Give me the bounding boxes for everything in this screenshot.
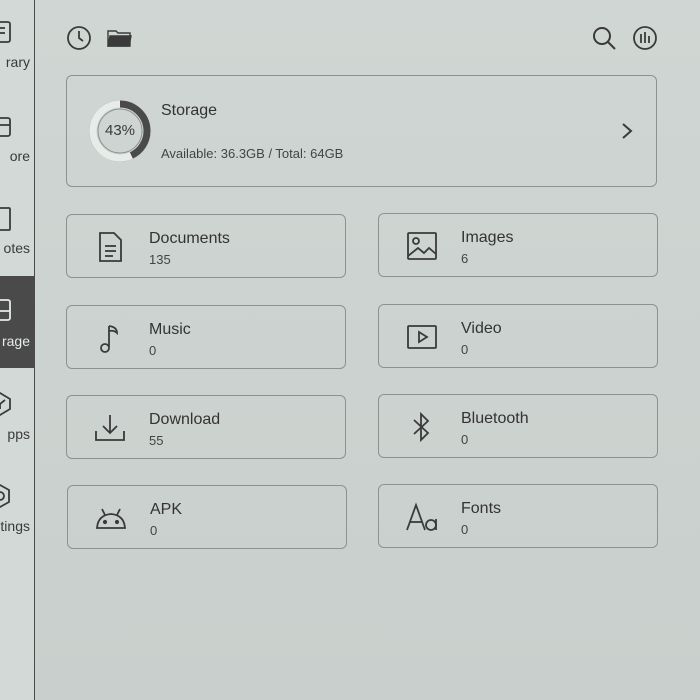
category-card-bluetooth[interactable]: Bluetooth 0 bbox=[378, 394, 658, 458]
category-count: 0 bbox=[150, 523, 158, 538]
sidebar-item-label: rary bbox=[5, 54, 30, 70]
category-card-apk[interactable]: APK 0 bbox=[67, 485, 347, 549]
category-card-documents[interactable]: Documents 135 bbox=[66, 214, 346, 278]
category-count: 0 bbox=[461, 342, 469, 357]
sidebar-item-library[interactable]: rary bbox=[0, 0, 34, 92]
library-icon bbox=[0, 21, 11, 43]
category-card-video[interactable]: Video 0 bbox=[378, 304, 658, 368]
sidebar-item-notes[interactable]: otes bbox=[0, 184, 34, 276]
storage-icon bbox=[0, 299, 11, 321]
storage-analysis-icon[interactable] bbox=[631, 24, 659, 52]
sidebar-item-label: ore bbox=[9, 148, 30, 164]
download-icon bbox=[95, 415, 125, 441]
storage-detail: Available: 36.3GB / Total: 64GB bbox=[161, 146, 344, 161]
storage-title: Storage bbox=[161, 102, 218, 119]
sidebar-item-label: pps bbox=[7, 426, 30, 442]
category-title: Bluetooth bbox=[461, 410, 529, 427]
sidebar-item-label: rage bbox=[1, 333, 30, 349]
category-card-music[interactable]: Music 0 bbox=[66, 305, 346, 369]
storage-percent: 43% bbox=[104, 122, 136, 139]
notes-icon bbox=[0, 207, 11, 231]
category-card-images[interactable]: Images 6 bbox=[378, 213, 658, 277]
category-count: 6 bbox=[461, 251, 469, 266]
category-count: 135 bbox=[149, 252, 171, 267]
category-title: Fonts bbox=[461, 500, 502, 517]
sidebar-item-label: otes bbox=[3, 240, 30, 256]
category-title: Images bbox=[461, 229, 514, 246]
category-title: Documents bbox=[149, 230, 230, 247]
folder-icon[interactable] bbox=[105, 24, 133, 52]
sidebar-item-settings[interactable]: tings bbox=[0, 460, 34, 552]
category-card-fonts[interactable]: Fonts 0 bbox=[378, 484, 658, 548]
file-manager-screen: rary ore otes rage pps tings 43% Storage… bbox=[0, 0, 700, 700]
sidebar-item-storage[interactable]: rage bbox=[0, 276, 34, 368]
video-play-icon bbox=[407, 325, 437, 349]
storage-summary-card[interactable]: 43% Storage Available: 36.3GB / Total: 6… bbox=[66, 75, 657, 187]
chevron-right-icon bbox=[622, 123, 633, 139]
store-icon bbox=[0, 117, 11, 137]
category-count: 0 bbox=[149, 343, 157, 358]
category-title: Music bbox=[149, 321, 191, 338]
category-title: APK bbox=[150, 501, 183, 518]
android-icon bbox=[96, 508, 126, 529]
category-title: Download bbox=[149, 411, 221, 428]
fonts-icon bbox=[406, 502, 437, 531]
sidebar-item-store[interactable]: ore bbox=[0, 92, 34, 184]
category-count: 55 bbox=[149, 433, 164, 448]
apps-icon bbox=[0, 391, 11, 417]
document-icon bbox=[99, 232, 122, 262]
sidebar: rary ore otes rage pps tings bbox=[0, 0, 35, 700]
category-count: 0 bbox=[461, 522, 469, 537]
sidebar-item-label: tings bbox=[0, 518, 30, 534]
settings-icon bbox=[0, 483, 10, 509]
category-title: Video bbox=[461, 320, 502, 337]
category-card-download[interactable]: Download 55 bbox=[66, 395, 346, 459]
image-icon bbox=[407, 232, 437, 260]
recent-clock-icon[interactable] bbox=[65, 24, 93, 52]
category-count: 0 bbox=[461, 432, 469, 447]
search-icon[interactable] bbox=[590, 24, 618, 52]
sidebar-item-apps[interactable]: pps bbox=[0, 368, 34, 460]
bluetooth-icon bbox=[413, 411, 430, 443]
music-note-icon bbox=[100, 325, 118, 353]
